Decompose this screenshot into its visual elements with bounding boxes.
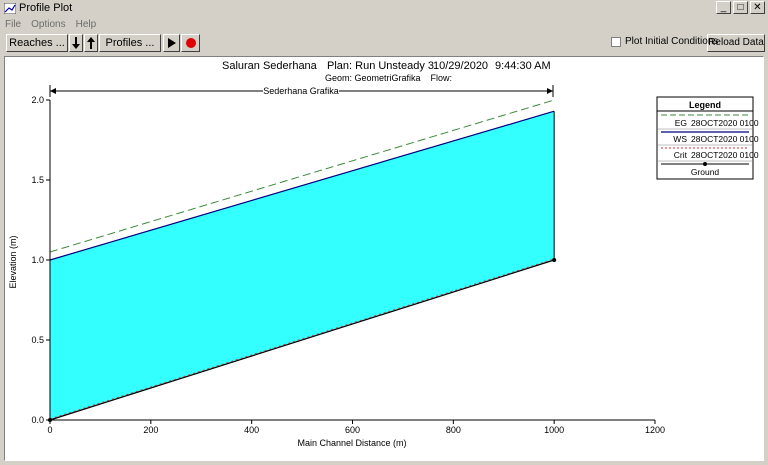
- x-tick-label: 1200: [645, 425, 665, 435]
- plot-initial-conditions-label: Plot Initial Conditions: [625, 36, 719, 47]
- menu-bar: File Options Help: [0, 18, 101, 32]
- title-time: 9:44:30 AM: [495, 60, 551, 72]
- x-tick-label: 400: [244, 425, 259, 435]
- record-button[interactable]: [181, 34, 200, 52]
- y-axis-label: Elevation (m): [8, 235, 18, 288]
- y-tick-label: 1.5: [31, 175, 44, 185]
- next-reach-down-button[interactable]: [69, 34, 83, 52]
- maximize-button[interactable]: □: [733, 1, 748, 14]
- ground-point: [552, 258, 557, 262]
- next-reach-up-button[interactable]: [84, 34, 98, 52]
- legend-crit-label: 28OCT2020 0100: [691, 150, 759, 160]
- y-tick-label: 0.5: [31, 335, 44, 345]
- x-axis-label: Main Channel Distance (m): [297, 438, 406, 448]
- water-fill: [50, 111, 555, 420]
- arrow-up-icon: [87, 37, 95, 49]
- y-tick-label: 0.0: [31, 415, 44, 425]
- reach-label: Sederhana Grafika: [263, 86, 339, 96]
- legend-ws-code: WS: [673, 134, 687, 144]
- legend-eg-label: 28OCT2020 0100: [691, 118, 759, 128]
- legend-ws-label: 28OCT2020 0100: [691, 134, 759, 144]
- y-tick-label: 1.0: [31, 255, 44, 265]
- x-tick-label: 1000: [544, 425, 564, 435]
- record-icon: [185, 38, 196, 48]
- x-tick-label: 600: [345, 425, 360, 435]
- y-tick-label: 2.0: [31, 95, 44, 105]
- profiles-button[interactable]: Profiles ...: [99, 34, 161, 52]
- app-icon: [4, 3, 16, 14]
- reaches-button[interactable]: Reaches ...: [6, 34, 68, 52]
- arrow-down-icon: [72, 37, 80, 49]
- title-plan: Plan: Run Unsteady 3: [327, 60, 434, 72]
- title-date: 10/29/2020: [433, 60, 488, 72]
- plot-layer: [48, 99, 557, 422]
- chart-title: Saluran Sederhana Plan: Run Unsteady 3 1…: [222, 60, 551, 83]
- menu-help[interactable]: Help: [71, 18, 102, 32]
- play-icon: [167, 38, 176, 48]
- legend-eg-code: EG: [675, 118, 687, 128]
- legend-crit-code: Crit: [674, 150, 688, 160]
- reach-extent: Sederhana Grafika: [49, 85, 554, 97]
- menu-options[interactable]: Options: [26, 18, 70, 32]
- x-tick-label: 0: [47, 425, 52, 435]
- plot-initial-conditions-checkbox[interactable]: [611, 37, 621, 47]
- legend-title: Legend: [689, 100, 721, 110]
- x-tick-label: 800: [446, 425, 461, 435]
- profile-chart: Saluran Sederhana Plan: Run Unsteady 3 1…: [8, 60, 759, 448]
- legend-ground-marker: [703, 162, 707, 166]
- title-river: Saluran Sederhana: [222, 60, 318, 72]
- legend-ground-label: Ground: [691, 167, 720, 177]
- minimize-button[interactable]: _: [716, 1, 731, 14]
- window-title: Profile Plot: [19, 2, 73, 14]
- menu-file[interactable]: File: [0, 18, 26, 32]
- legend: Legend EG 28OCT2020 0100 WS 28OCT2020 01…: [656, 96, 759, 180]
- x-tick-label: 200: [143, 425, 158, 435]
- title-bar: Profile Plot _ □ ✕: [0, 0, 768, 18]
- close-button[interactable]: ✕: [750, 1, 765, 14]
- geom-flow-line: Geom: GeometriGrafika Flow:: [325, 73, 452, 83]
- play-animation-button[interactable]: [163, 34, 180, 52]
- plot-area[interactable]: Saluran Sederhana Plan: Run Unsteady 3 1…: [4, 56, 764, 461]
